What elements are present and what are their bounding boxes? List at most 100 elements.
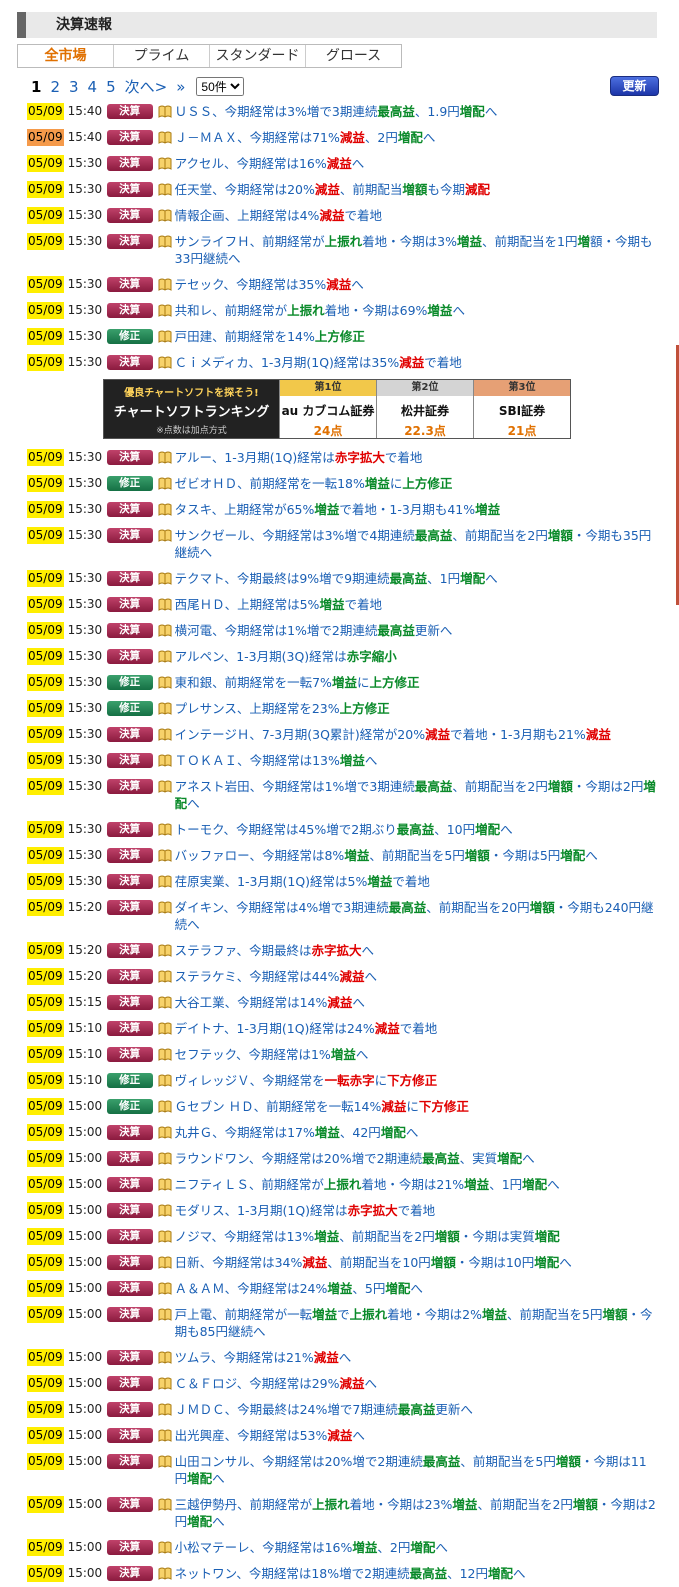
book-icon[interactable]	[158, 996, 172, 1009]
tab-growth[interactable]: グロース	[306, 45, 401, 67]
book-icon[interactable]	[158, 1100, 172, 1113]
tab-standard[interactable]: スタンダード	[210, 45, 306, 67]
kessan-badge[interactable]: 決算	[106, 753, 153, 768]
news-headline[interactable]: 戸田建、前期経常を14%上方修正	[175, 328, 657, 345]
kessan-badge[interactable]: 決算	[106, 1021, 153, 1036]
news-headline[interactable]: モダリス、1-3月期(1Q)経常は赤字拡大で着地	[175, 1202, 657, 1219]
book-icon[interactable]	[158, 728, 172, 741]
shusei-badge[interactable]: 修正	[106, 675, 153, 690]
news-headline[interactable]: バッファロー、今期経常は8%増益、前期配当を5円増額・今期は5円増配へ	[175, 847, 657, 864]
news-headline[interactable]: ヴィレッジＶ、今期経常を一転赤字に下方修正	[175, 1072, 657, 1089]
kessan-badge[interactable]: 決算	[106, 182, 153, 197]
book-icon[interactable]	[158, 1282, 172, 1295]
kessan-badge[interactable]: 決算	[106, 104, 153, 119]
last-page-link[interactable]: »	[176, 78, 185, 96]
book-icon[interactable]	[158, 944, 172, 957]
page-link-5[interactable]: 5	[106, 78, 116, 96]
book-icon[interactable]	[158, 1455, 172, 1468]
shusei-badge[interactable]: 修正	[106, 329, 153, 344]
book-icon[interactable]	[158, 1351, 172, 1364]
kessan-badge[interactable]: 決算	[106, 303, 153, 318]
page-link-2[interactable]: 2	[50, 78, 60, 96]
refresh-button[interactable]: 更新	[610, 76, 659, 96]
news-headline[interactable]: サンクゼール、今期経常は3%増で4期連続最高益、前期配当を2円増額・今期も35円…	[175, 527, 657, 561]
kessan-badge[interactable]: 決算	[106, 848, 153, 863]
news-headline[interactable]: ニフティＬＳ、前期経常が上振れ着地・今期は21%増益、1円増配へ	[175, 1176, 657, 1193]
book-icon[interactable]	[158, 304, 172, 317]
news-headline[interactable]: Ｃ＆Ｆロジ、今期経常は29%減益へ	[175, 1375, 657, 1392]
news-headline[interactable]: 小松マテーレ、今期経常は16%増益、2円増配へ	[175, 1539, 657, 1556]
news-headline[interactable]: 任天堂、今期経常は20%減益、前期配当増額も今期減配	[175, 181, 657, 198]
news-headline[interactable]: 日新、今期経常は34%減益、前期配当を10円増額・今期は10円増配へ	[175, 1254, 657, 1271]
news-headline[interactable]: 東和銀、前期経常を一転7%増益に上方修正	[175, 674, 657, 691]
news-headline[interactable]: 戸上電、前期経常が一転増益で上振れ着地・今期は2%増益、前期配当を5円増額・今期…	[175, 1306, 657, 1340]
book-icon[interactable]	[158, 970, 172, 983]
book-icon[interactable]	[158, 572, 172, 585]
book-icon[interactable]	[158, 330, 172, 343]
news-headline[interactable]: サンライフＨ、前期経常が上振れ着地・今期は3%増益、前期配当を1円増額・今期も3…	[175, 233, 657, 267]
news-headline[interactable]: ラウンドワン、今期経常は20%増で2期連続最高益、実質増配へ	[175, 1150, 657, 1167]
shusei-badge[interactable]: 修正	[106, 476, 153, 491]
book-icon[interactable]	[158, 1074, 172, 1087]
news-headline[interactable]: ＴＯＫＡＩ、今期経常は13%増益へ	[175, 752, 657, 769]
news-headline[interactable]: ステラケミ、今期経常は44%減益へ	[175, 968, 657, 985]
book-icon[interactable]	[158, 780, 172, 793]
book-icon[interactable]	[158, 823, 172, 836]
shusei-badge[interactable]: 修正	[106, 701, 153, 716]
kessan-badge[interactable]: 決算	[106, 943, 153, 958]
kessan-badge[interactable]: 決算	[106, 208, 153, 223]
kessan-badge[interactable]: 決算	[106, 969, 153, 984]
news-headline[interactable]: 横河電、今期経常は1%増で2期連続最高益更新へ	[175, 622, 657, 639]
news-headline[interactable]: タスキ、上期経常が65%増益で着地・1-3月期も41%増益	[175, 501, 657, 518]
book-icon[interactable]	[158, 875, 172, 888]
book-icon[interactable]	[158, 235, 172, 248]
page-link-4[interactable]: 4	[88, 78, 98, 96]
kessan-badge[interactable]: 決算	[106, 1350, 153, 1365]
kessan-badge[interactable]: 決算	[106, 1177, 153, 1192]
kessan-badge[interactable]: 決算	[106, 779, 153, 794]
kessan-badge[interactable]: 決算	[106, 277, 153, 292]
ad-rank-2[interactable]: 第2位 松井証券 22.3点	[376, 380, 473, 438]
news-headline[interactable]: トーモク、今期経常は45%増で2期ぶり最高益、10円増配へ	[175, 821, 657, 838]
news-headline[interactable]: Ｇセブン ＨＤ、前期経常を一転14%減益に下方修正	[175, 1098, 657, 1115]
kessan-badge[interactable]: 決算	[106, 1376, 153, 1391]
kessan-badge[interactable]: 決算	[106, 1229, 153, 1244]
kessan-badge[interactable]: 決算	[106, 130, 153, 145]
kessan-badge[interactable]: 決算	[106, 450, 153, 465]
news-headline[interactable]: ツムラ、今期経常は21%減益へ	[175, 1349, 657, 1366]
ad-rank-1[interactable]: 第1位 au カブコム証券 24点	[279, 380, 376, 438]
kessan-badge[interactable]: 決算	[106, 1307, 153, 1322]
kessan-badge[interactable]: 決算	[106, 1255, 153, 1270]
kessan-badge[interactable]: 決算	[106, 1047, 153, 1062]
news-headline[interactable]: 大谷工業、今期経常は14%減益へ	[175, 994, 657, 1011]
kessan-badge[interactable]: 決算	[106, 1454, 153, 1469]
book-icon[interactable]	[158, 451, 172, 464]
book-icon[interactable]	[158, 1022, 172, 1035]
kessan-badge[interactable]: 決算	[106, 1402, 153, 1417]
kessan-badge[interactable]: 決算	[106, 900, 153, 915]
tab-all-market[interactable]: 全市場	[18, 45, 114, 67]
kessan-badge[interactable]: 決算	[106, 528, 153, 543]
kessan-badge[interactable]: 決算	[106, 995, 153, 1010]
news-headline[interactable]: 丸井Ｇ、今期経常は17%増益、42円増配へ	[175, 1124, 657, 1141]
kessan-badge[interactable]: 決算	[106, 502, 153, 517]
kessan-badge[interactable]: 決算	[106, 355, 153, 370]
news-headline[interactable]: ダイキン、今期経常は4%増で3期連続最高益、前期配当を20円増額・今期も240円…	[175, 899, 657, 933]
page-link-3[interactable]: 3	[69, 78, 79, 96]
book-icon[interactable]	[158, 1256, 172, 1269]
news-headline[interactable]: デイトナ、1-3月期(1Q)経常は24%減益で着地	[175, 1020, 657, 1037]
news-headline[interactable]: アネスト岩田、今期経常は1%増で3期連続最高益、前期配当を2円増額・今期は2円増…	[175, 778, 657, 812]
news-headline[interactable]: アルー、1-3月期(1Q)経常は赤字拡大で着地	[175, 449, 657, 466]
book-icon[interactable]	[158, 901, 172, 914]
book-icon[interactable]	[158, 1429, 172, 1442]
news-headline[interactable]: インテージＨ、7-3月期(3Q累計)経常が20%減益で着地・1-3月期も21%減…	[175, 726, 657, 743]
book-icon[interactable]	[158, 598, 172, 611]
news-headline[interactable]: ＵＳＳ、今期経常は3%増で3期連続最高益、1.9円増配へ	[175, 103, 657, 120]
book-icon[interactable]	[158, 278, 172, 291]
news-headline[interactable]: ＪＭＤＣ、今期最終は24%増で7期連続最高益更新へ	[175, 1401, 657, 1418]
news-headline[interactable]: ノジマ、今期経常は13%増益、前期配当を2円増額・今期は実質増配	[175, 1228, 657, 1245]
news-headline[interactable]: ネットワン、今期経常は18%増で2期連続最高益、12円増配へ	[175, 1565, 657, 1582]
book-icon[interactable]	[158, 754, 172, 767]
kessan-badge[interactable]: 決算	[106, 597, 153, 612]
book-icon[interactable]	[158, 183, 172, 196]
